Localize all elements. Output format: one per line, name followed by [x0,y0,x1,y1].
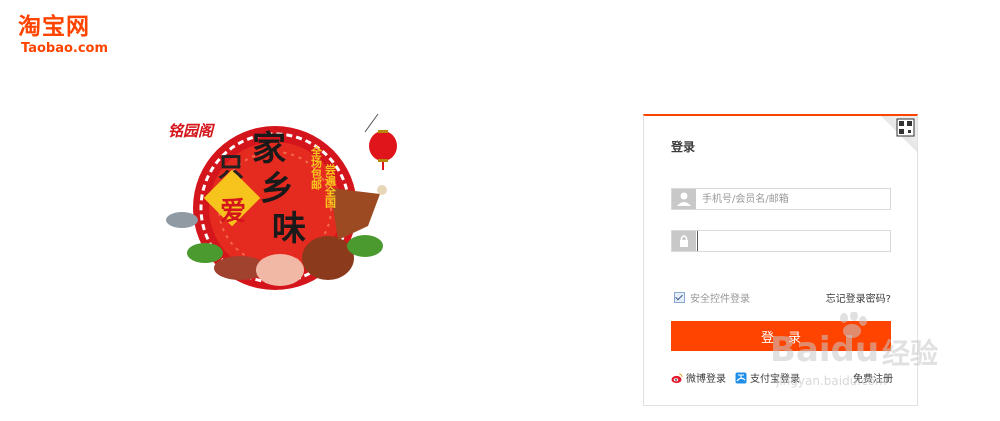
login-panel: 登录 安全控件登录 忘记登录密码? 登录 [643,114,918,406]
alipay-icon [735,372,747,383]
promo-brand: 铭园阁 [168,122,216,140]
promo-illustration: 铭园阁 只 爱 家 乡 味 全场包邮 尝遍全国 [166,113,397,290]
password-input[interactable] [697,231,890,251]
login-button[interactable]: 登录 [671,321,891,351]
secure-login-option: 安全控件登录 [674,290,750,305]
promo-char-xiang: 乡 [260,169,294,209]
alipay-login-label: 支付宝登录 [750,374,800,385]
taobao-logo[interactable]: 淘宝网 Taobao.com [18,14,114,60]
password-field [671,230,891,252]
secure-login-label: 安全控件登录 [690,294,750,305]
promo-banner[interactable]: 铭园阁 只 爱 家 乡 味 全场包邮 尝遍全国 [160,108,400,308]
username-input[interactable] [697,189,890,209]
logo-chinese-text: 淘宝网 [18,14,90,40]
qr-code-icon [881,116,917,152]
weibo-icon [671,373,683,383]
qr-code-toggle[interactable] [881,116,917,152]
forgot-password-link[interactable]: 忘记登录密码? [826,290,891,305]
promo-side-text-2: 尝遍全国 [324,163,338,209]
promo-side-text-1: 全场包邮 [310,145,324,191]
promo-char-ai: 爱 [220,197,246,227]
username-field [671,188,891,210]
alternative-login-row: 微博登录 支付宝登录 免费注册 [671,370,893,385]
weibo-login-label: 微博登录 [686,374,726,385]
promo-char-jia: 家 [252,129,286,169]
lock-icon [672,231,696,251]
secure-login-checkbox[interactable] [674,292,685,303]
promo-char-wei: 味 [272,209,306,249]
promo-char-zhi: 只 [218,153,244,183]
register-link[interactable]: 免费注册 [853,370,893,385]
alipay-login-link[interactable]: 支付宝登录 [735,370,800,385]
login-title: 登录 [671,140,696,154]
user-icon [672,189,696,209]
weibo-login-link[interactable]: 微博登录 [671,370,726,385]
logo-english-text: Taobao.com [21,41,109,56]
